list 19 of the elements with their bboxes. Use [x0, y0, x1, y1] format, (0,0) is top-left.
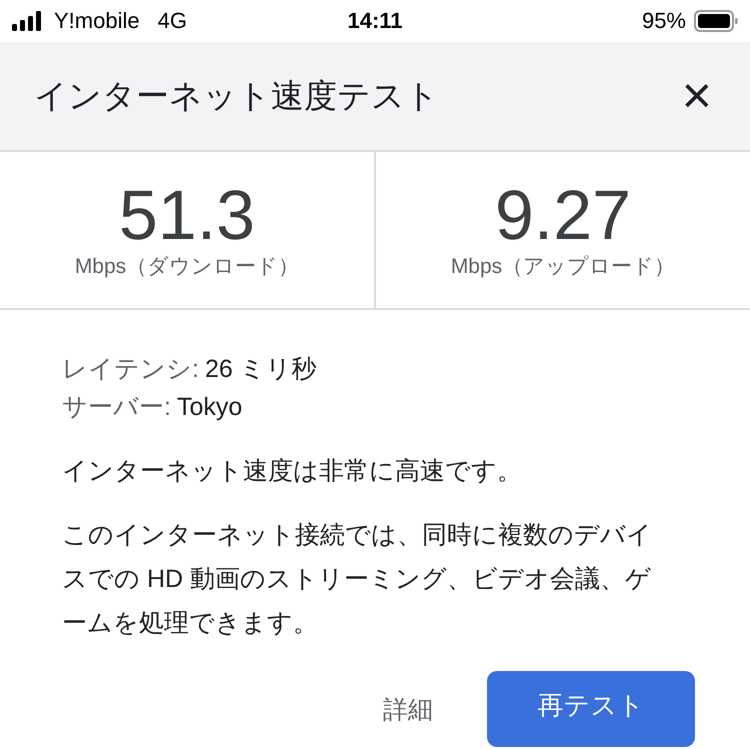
battery-percent: 95%: [642, 8, 686, 34]
detail-value: 26 ミリ秒: [204, 354, 317, 385]
network-type: 4G: [158, 8, 187, 34]
speed-value: 9.27: [494, 180, 632, 250]
dialog-title: インターネット速度テスト: [34, 76, 439, 116]
description-text: このインターネット接続では、同時に複数のデバイスでの HD 動画のストリーミング、ビデオ会議、ゲームを処理できます。: [62, 520, 653, 639]
clock: 14:11: [347, 8, 403, 34]
battery-icon: [694, 10, 738, 32]
detail-label: サーバー:: [62, 392, 171, 423]
close-button[interactable]: ×: [678, 70, 716, 122]
summary-text: インターネット速度は非常に高速です。: [62, 456, 523, 487]
speed-value: 51.3: [118, 180, 256, 250]
detail-label: レイテンシ:: [62, 354, 199, 385]
speed-label: Mbps（アップロード）: [450, 254, 676, 280]
speed-label: Mbps（ダウンロード）: [74, 254, 300, 280]
carrier-name: Y!mobile: [54, 8, 140, 34]
detail-value: Tokyo: [176, 392, 242, 423]
retest-button[interactable]: 再テスト: [487, 671, 695, 747]
details-button[interactable]: 詳細: [377, 671, 439, 747]
